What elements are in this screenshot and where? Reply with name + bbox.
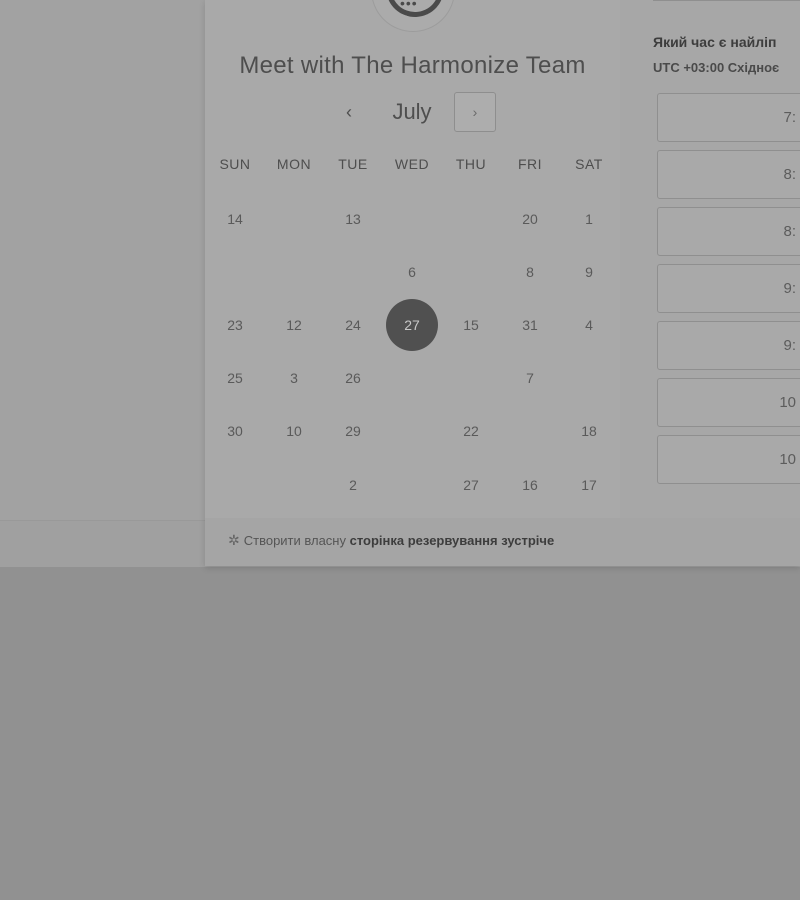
time-slot-label: 8: — [783, 166, 796, 183]
time-slot-label: 8: — [783, 223, 796, 240]
time-slot-button[interactable]: 10 — [657, 378, 800, 427]
time-slot-label: 10 — [779, 451, 796, 468]
calendar-day[interactable]: 12 — [268, 299, 320, 351]
time-question: Який час є найліп — [653, 34, 777, 50]
time-slot-button[interactable]: 9: — [657, 264, 800, 313]
calendar-day[interactable]: 22 — [445, 405, 497, 457]
calendar-day[interactable]: 1 — [563, 193, 615, 245]
calendar-day[interactable]: 15 — [445, 299, 497, 351]
next-month-button[interactable]: › — [454, 92, 496, 132]
time-panel: Який час є найліп UTC +03:00 Східноє 7: 8… — [620, 0, 800, 518]
calendar-day[interactable]: 18 — [563, 405, 615, 457]
time-slot-button[interactable]: 8: — [657, 150, 800, 199]
calendar-day[interactable]: 13 — [327, 193, 379, 245]
month-label: July — [392, 99, 432, 124]
month-navigation: ‹ July › — [205, 92, 620, 132]
weekday-header: SUN MON TUE WED THU FRI SAT — [205, 156, 620, 176]
time-slot-label: 7: — [783, 109, 796, 126]
time-slot-button[interactable]: 7: — [657, 93, 800, 142]
weekday-sat: SAT — [575, 156, 603, 172]
footer-link-text[interactable]: сторінка резервування зустріче — [350, 533, 555, 548]
weekday-wed: WED — [394, 156, 430, 172]
calendar-day[interactable]: 7 — [504, 352, 556, 404]
calendar-day[interactable]: 6 — [386, 246, 438, 298]
meeting-title: Meet with The Harmonize Team — [239, 52, 586, 79]
calendar-day[interactable]: 31 — [504, 299, 556, 351]
calendar-day[interactable]: 17 — [563, 459, 615, 511]
calendar-day[interactable]: 9 — [563, 246, 615, 298]
footer-prefix: Створити власну — [243, 533, 346, 548]
weekday-fri: FRI — [517, 156, 543, 172]
calendar-day[interactable]: 30 — [209, 405, 261, 457]
calendar-day[interactable]: 10 — [268, 405, 320, 457]
time-slot-button[interactable]: 8: — [657, 207, 800, 256]
calendar-day[interactable]: 27 — [445, 459, 497, 511]
booking-card: ••• Meet with The Harmonize Team ‹ July … — [205, 0, 800, 566]
calendar-day[interactable]: 29 — [327, 405, 379, 457]
time-slot-label: 10 — [779, 394, 796, 411]
time-slot-button[interactable]: 9: — [657, 321, 800, 370]
time-slot-label: 9: — [783, 337, 796, 354]
calendar-day[interactable]: 25 — [209, 352, 261, 404]
time-slot-button[interactable]: 10 — [657, 435, 800, 484]
footer-link[interactable]: ✲ Створити власну сторінка резервування з… — [228, 532, 554, 549]
avatar: ••• — [371, 0, 455, 32]
weekday-sun: SUN — [219, 156, 251, 172]
timezone-selector[interactable]: UTC +03:00 Східноє — [653, 60, 779, 75]
calendar-day[interactable]: 14 — [209, 193, 261, 245]
calendar-day-selected[interactable]: 27 — [386, 299, 438, 351]
weekday-tue: TUE — [338, 156, 368, 172]
calendar-day[interactable]: 20 — [504, 193, 556, 245]
weekday-thu: THU — [455, 156, 487, 172]
logo-dots-icon: ••• — [400, 0, 418, 11]
calendar-day[interactable]: 24 — [327, 299, 379, 351]
weekday-mon: MON — [276, 156, 312, 172]
hubspot-sprocket-icon: ✲ — [228, 532, 240, 548]
calendar-day[interactable]: 16 — [504, 459, 556, 511]
time-slot-label: 9: — [783, 280, 796, 297]
calendar-day[interactable]: 8 — [504, 246, 556, 298]
calendar-day[interactable]: 23 — [209, 299, 261, 351]
calendar-panel: ••• Meet with The Harmonize Team ‹ July … — [205, 0, 620, 518]
calendar-day[interactable]: 26 — [327, 352, 379, 404]
calendar-day[interactable]: 4 — [563, 299, 615, 351]
previous-month-button[interactable]: ‹ — [335, 98, 363, 126]
calendar-day[interactable]: 3 — [268, 352, 320, 404]
divider — [653, 0, 800, 1]
calendar-day[interactable]: 2 — [327, 459, 379, 511]
